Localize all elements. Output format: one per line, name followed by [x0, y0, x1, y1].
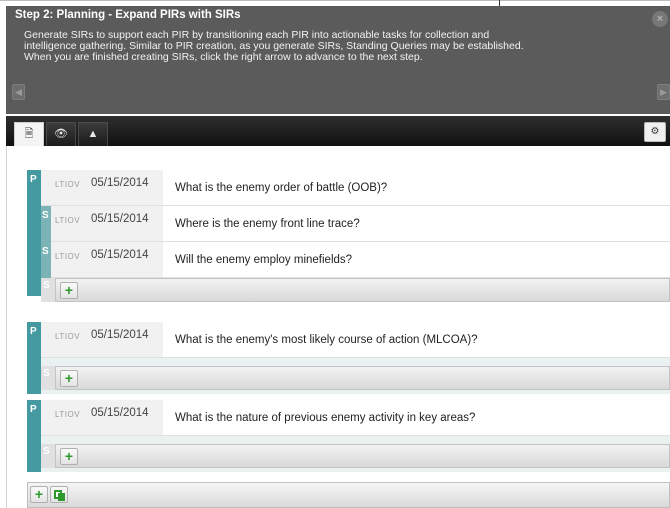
pir-letter: P: [30, 326, 37, 337]
pir-toolbar: +: [27, 482, 670, 508]
pir-row[interactable]: LTIOV 05/15/2014 What is the enemy order…: [41, 170, 670, 206]
pir-marker: [27, 170, 41, 296]
eye-icon: 👁: [54, 128, 68, 140]
previous-step-button[interactable]: ◀: [12, 84, 25, 100]
ltiov-label: LTIOV: [55, 180, 81, 189]
add-sir-button[interactable]: +: [60, 370, 78, 387]
ltiov-label: LTIOV: [55, 216, 81, 225]
ltiov-date: 05/15/2014: [91, 407, 149, 419]
copy-pir-button[interactable]: [50, 486, 68, 503]
ltiov-label: LTIOV: [55, 252, 81, 261]
tab-document[interactable]: 🗎: [14, 122, 44, 146]
add-sir-button[interactable]: +: [60, 448, 78, 465]
tab-bar: 🗎 👁 ▲ ⚙: [6, 116, 670, 146]
next-step-button[interactable]: ▶: [657, 84, 670, 100]
gear-icon: ⚙: [650, 126, 660, 137]
pir-letter: P: [30, 404, 37, 415]
tab-user[interactable]: ▲: [78, 122, 108, 146]
settings-button[interactable]: ⚙: [644, 122, 666, 142]
ltiov-date: 05/15/2014: [91, 213, 149, 225]
sir-question: Will the enemy employ minefields?: [175, 254, 353, 266]
pir-block: P LTIOV 05/15/2014 What is the enemy ord…: [27, 170, 670, 302]
pir-block: P LTIOV 05/15/2014 What is the nature of…: [27, 400, 670, 472]
pir-block: P LTIOV 05/15/2014 What is the enemy's m…: [27, 322, 670, 394]
ltiov-label: LTIOV: [55, 410, 81, 419]
pir-row[interactable]: LTIOV 05/15/2014 What is the enemy's mos…: [41, 322, 670, 358]
step-description: Generate SIRs to support each PIR by tra…: [24, 30, 654, 63]
ltiov-label: LTIOV: [55, 332, 81, 341]
step-description-line-3: When you are finished creating SIRs, cli…: [24, 51, 423, 63]
instruction-panel: Step 2: Planning - Expand PIRs with SIRs…: [6, 6, 670, 114]
close-icon[interactable]: ×: [652, 11, 668, 27]
add-pir-button[interactable]: +: [30, 486, 48, 503]
add-sir-bar: +: [55, 444, 670, 468]
sir-row[interactable]: LTIOV 05/15/2014 Will the enemy employ m…: [51, 242, 670, 278]
sir-row[interactable]: LTIOV 05/15/2014 Where is the enemy fron…: [51, 206, 670, 242]
sir-letter: S: [43, 368, 50, 379]
ltiov-date: 05/15/2014: [91, 249, 149, 261]
add-sir-bar: +: [55, 366, 670, 390]
sir-letter: S: [42, 210, 49, 221]
add-sir-bar: +: [55, 278, 670, 302]
ltiov-date: 05/15/2014: [91, 177, 149, 189]
user-icon: ▲: [87, 128, 99, 140]
document-icon: 🗎: [24, 128, 34, 140]
pir-question: What is the enemy order of battle (OOB)?: [175, 182, 388, 194]
pir-letter: P: [30, 174, 37, 185]
step-title: Step 2: Planning - Expand PIRs with SIRs: [15, 9, 241, 21]
sir-question: Where is the enemy front line trace?: [175, 218, 360, 230]
tab-view[interactable]: 👁: [46, 122, 76, 146]
add-sir-button[interactable]: +: [60, 282, 78, 299]
pir-row[interactable]: LTIOV 05/15/2014 What is the nature of p…: [41, 400, 670, 436]
sir-letter: S: [42, 246, 49, 257]
sir-letter: S: [43, 446, 50, 457]
pir-question: What is the enemy's most likely course o…: [175, 334, 478, 346]
pir-question: What is the nature of previous enemy act…: [175, 412, 476, 424]
pir-list: P LTIOV 05/15/2014 What is the enemy ord…: [6, 146, 670, 508]
sir-letter: S: [43, 280, 50, 291]
ltiov-date: 05/15/2014: [91, 329, 149, 341]
